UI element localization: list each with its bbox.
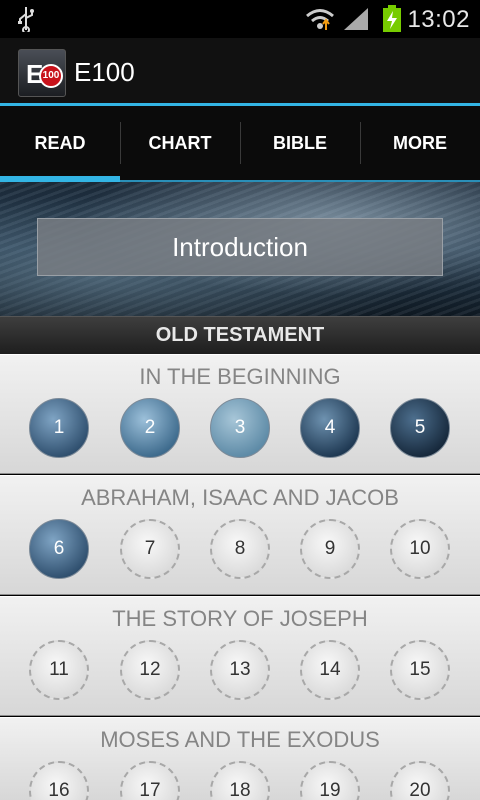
reading-circle[interactable]: 13: [210, 640, 270, 700]
group-title: IN THE BEGINNING: [139, 364, 341, 389]
action-bar: E 100 E100: [0, 38, 480, 106]
reading-circle[interactable]: 12: [120, 640, 180, 700]
tab-bible[interactable]: BIBLE: [240, 106, 360, 180]
tab-read[interactable]: READ: [0, 106, 120, 182]
signal-icon: [344, 8, 368, 30]
app-title: E100: [74, 57, 135, 87]
section-header: OLD TESTAMENT: [0, 316, 480, 354]
usb-icon: [18, 7, 34, 32]
reading-group: THE STORY OF JOSEPH 11 12 13 14 15: [0, 596, 480, 716]
reading-circle[interactable]: 9: [300, 519, 360, 579]
status-time: 13:02: [407, 6, 470, 33]
reading-circle[interactable]: 18: [210, 761, 270, 800]
group-title: ABRAHAM, ISAAC AND JACOB: [81, 485, 399, 510]
reading-circle[interactable]: 4: [300, 398, 360, 458]
reading-circle[interactable]: 16: [29, 761, 89, 800]
reading-group: ABRAHAM, ISAAC AND JACOB 6 7 8 9 10: [0, 475, 480, 595]
battery-charging-icon: [383, 5, 401, 32]
reading-circle[interactable]: 11: [29, 640, 89, 700]
reading-circle[interactable]: 17: [120, 761, 180, 800]
reading-circle[interactable]: 1: [29, 398, 89, 458]
reading-circle[interactable]: 7: [120, 519, 180, 579]
wifi-icon: [306, 9, 334, 30]
group-title: MOSES AND THE EXODUS: [100, 727, 380, 752]
reading-group: IN THE BEGINNING 1 2 3 4 5: [0, 354, 480, 474]
introduction-button[interactable]: Introduction: [37, 218, 443, 276]
reading-circle[interactable]: 6: [29, 519, 89, 579]
group-title: THE STORY OF JOSEPH: [112, 606, 368, 631]
reading-circle[interactable]: 19: [300, 761, 360, 800]
status-bar: 13:02: [0, 0, 480, 38]
reading-circle[interactable]: 2: [120, 398, 180, 458]
app-logo[interactable]: E 100: [18, 49, 66, 97]
logo-badge: 100: [39, 64, 63, 88]
tab-bar: READ CHART BIBLE MORE: [0, 106, 480, 182]
reading-circle[interactable]: 20: [390, 761, 450, 800]
reading-circle[interactable]: 5: [390, 398, 450, 458]
reading-circle[interactable]: 8: [210, 519, 270, 579]
reading-circle[interactable]: 10: [390, 519, 450, 579]
hero-banner: Introduction: [0, 182, 480, 316]
reading-circle[interactable]: 15: [390, 640, 450, 700]
reading-circle[interactable]: 3: [210, 398, 270, 458]
reading-circle[interactable]: 14: [300, 640, 360, 700]
reading-group: MOSES AND THE EXODUS 16 17 18 19 20: [0, 717, 480, 800]
tab-chart[interactable]: CHART: [120, 106, 240, 180]
tab-more[interactable]: MORE: [360, 106, 480, 180]
